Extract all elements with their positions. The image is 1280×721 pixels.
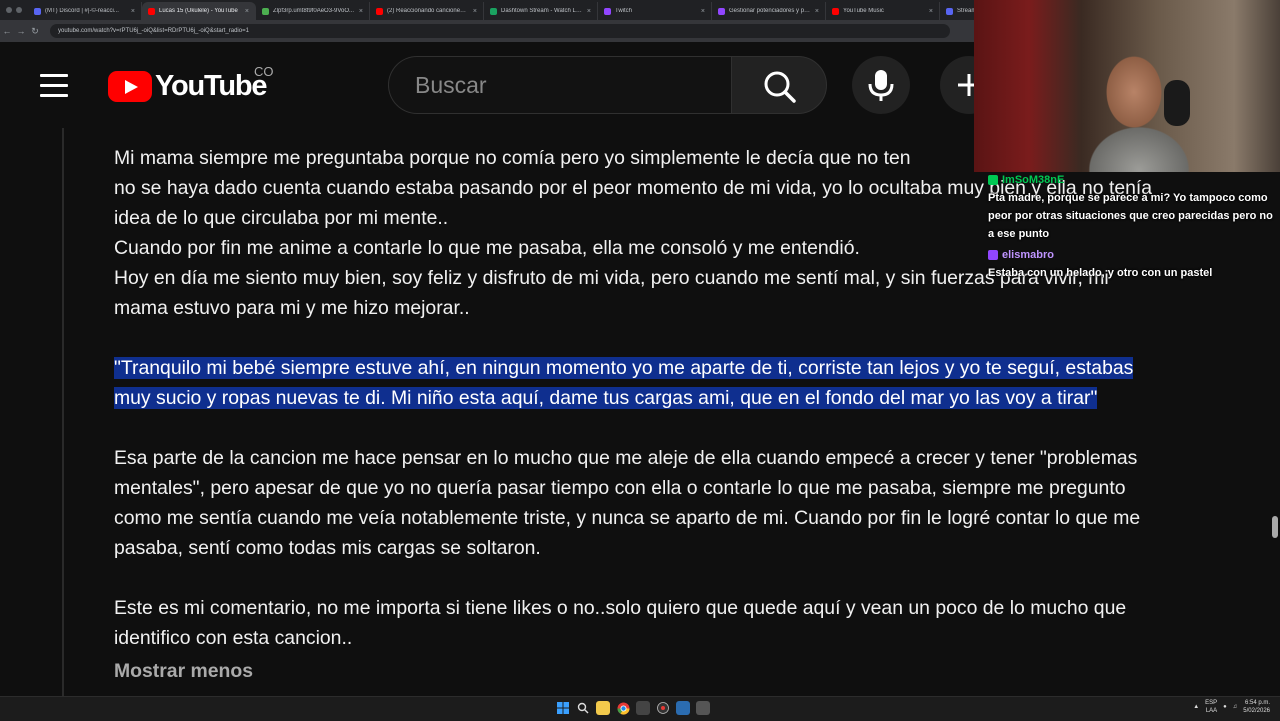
tab-favicon-icon [376, 7, 383, 15]
comment-line: pasaba, sentí como todas mis cargas se s… [114, 537, 541, 559]
url-field[interactable]: youtube.com/watch?v=rPTU6j_-oiQ&list=RDr… [50, 24, 950, 38]
country-code: CO [254, 64, 274, 79]
webcam-overlay [974, 0, 1280, 172]
clock-date: 5/02/2026 [1243, 708, 1270, 714]
comment-line: mentales", pero apesar de que yo no quer… [114, 477, 1126, 499]
search-input[interactable] [413, 70, 717, 100]
youtube-play-icon [108, 71, 152, 102]
search-taskbar-icon[interactable] [576, 701, 590, 715]
tab-close-icon[interactable]: × [815, 8, 819, 15]
comment-line: mama estuvo para mi y me hizo mejorar.. [114, 297, 470, 319]
file-explorer-icon[interactable] [596, 701, 610, 715]
browser-tab[interactable]: Twitch × [598, 2, 712, 20]
tab-close-icon[interactable]: × [587, 8, 591, 15]
tab-title: (MT) Discord | #|-©-reacci... [45, 8, 119, 14]
taskbar-apps [556, 701, 710, 715]
selected-text: muy sucio y ropas nuevas te di. Mi niño … [114, 387, 1098, 409]
url-text: youtube.com/watch?v=rPTU6j_-oiQ&list=RDr… [58, 28, 249, 34]
streamer-microphone [1164, 80, 1190, 126]
reload-icon[interactable]: ↻ [28, 26, 42, 37]
browser-tab[interactable]: (2) Reaccionando canciones q... × [370, 2, 484, 20]
quote-line: muy sucio y ropas nuevas te di. Mi niño … [114, 383, 1234, 413]
browser-tab[interactable]: Lucas 15 (Ukulele) - YouTube × [142, 2, 256, 20]
tab-title: Lucas 15 (Ukulele) - YouTube [159, 8, 238, 14]
windows-taskbar: ▲ ESP LAA ● ♫ 6:54 p.m. 5/02/2026 [0, 696, 1280, 721]
search-icon [764, 71, 796, 103]
tab-title: Dashtown Stream - Watch Liv... [501, 8, 583, 14]
forward-icon[interactable]: → [14, 26, 28, 36]
wifi-icon[interactable]: ● [1223, 704, 1227, 710]
comment-line: Esa parte de la cancion me hace pensar e… [114, 447, 1138, 469]
quote-line: "Tranquilo mi bebé siempre estuve ahí, e… [114, 353, 1234, 383]
chat-message: elismabro Estaba con un helado, y otro c… [988, 249, 1278, 282]
youtube-logo[interactable]: YouTube [108, 70, 268, 103]
chat-message: ImSoM38nE Pta madre, porque se parece a … [988, 174, 1278, 243]
tab-close-icon[interactable]: × [245, 8, 249, 15]
tab-close-icon[interactable]: × [473, 8, 477, 15]
comment-line: Este es mi comentario, no me importa si … [114, 597, 1127, 619]
tab-title: Twitch [615, 8, 633, 14]
tab-favicon-icon [946, 7, 953, 15]
language-code: ESP [1205, 700, 1218, 706]
clock-time: 6:54 p.m. [1244, 700, 1270, 706]
chat-badge-icon [988, 175, 998, 185]
app-icon[interactable] [696, 701, 710, 715]
browser-tab[interactable]: (MT) Discord | #|-©-reacci... × [28, 2, 142, 20]
comment-line: como me sentía cuando me veía notablemen… [114, 507, 1141, 529]
tab-favicon-icon [490, 7, 497, 15]
app-icon[interactable] [636, 701, 650, 715]
browser-tab[interactable]: Gestionar potenciadores y pu... × [712, 2, 826, 20]
chat-username: elismabro [1002, 249, 1054, 261]
tab-title: Gestionar potenciadores y pu... [729, 8, 811, 14]
tab-close-icon[interactable]: × [701, 8, 705, 15]
tab-title: (2) Reaccionando canciones q... [387, 8, 469, 14]
tab-close-icon[interactable]: × [929, 8, 933, 15]
clock[interactable]: 6:54 p.m. 5/02/2026 [1243, 699, 1270, 715]
tab-favicon-icon [262, 7, 269, 15]
comment-line: identifico con esta cancion.. [114, 627, 353, 649]
system-tray: ▲ ESP LAA ● ♫ 6:54 p.m. 5/02/2026 [1193, 699, 1270, 715]
chat-badge-icon [988, 250, 998, 260]
voice-search-button[interactable] [852, 56, 910, 114]
browser-tab[interactable]: YouTube Music × [826, 2, 940, 20]
menu-icon[interactable] [40, 74, 68, 97]
tab-favicon-icon [34, 7, 41, 15]
tab-title: Zlpf3rp.umt8t9f0AeO3-9VoO... [273, 8, 355, 14]
tab-favicon-icon [604, 7, 611, 15]
volume-icon[interactable]: ♫ [1233, 704, 1238, 710]
search-box [388, 56, 732, 114]
tab-favicon-icon [832, 7, 839, 15]
chat-overlay: ImSoM38nE Pta madre, porque se parece a … [988, 174, 1278, 282]
tab-close-icon[interactable]: × [359, 8, 363, 15]
chat-user: ImSoM38nE [988, 174, 1278, 186]
windows-start-icon[interactable] [556, 701, 570, 715]
chrome-icon[interactable] [616, 701, 630, 715]
back-icon[interactable]: ← [0, 26, 14, 36]
window-controls[interactable] [0, 7, 28, 13]
scrollbar-thumb[interactable] [1272, 516, 1278, 538]
chat-username: ImSoM38nE [1002, 174, 1065, 186]
show-less-button[interactable]: Mostrar menos [114, 660, 253, 683]
tab-close-icon[interactable]: × [131, 8, 135, 15]
search-button[interactable] [731, 56, 827, 114]
tab-title: YouTube Music [843, 8, 884, 14]
chat-user: elismabro [988, 249, 1278, 261]
selected-text: "Tranquilo mi bebé siempre estuve ahí, e… [114, 357, 1134, 379]
browser-tab[interactable]: Dashtown Stream - Watch Liv... × [484, 2, 598, 20]
microphone-icon [868, 70, 894, 101]
youtube-logo-text: YouTube [155, 70, 268, 102]
obs-icon[interactable] [656, 701, 670, 715]
language-indicator[interactable]: ESP LAA [1205, 699, 1217, 715]
thread-line [62, 128, 64, 696]
tab-favicon-icon [718, 7, 725, 15]
chat-text: Pta madre, porque se parece a mi? Yo tam… [988, 192, 1273, 240]
tray-arrow-icon[interactable]: ▲ [1193, 704, 1199, 710]
tab-favicon-icon [148, 7, 155, 15]
language-layout: LAA [1205, 708, 1218, 714]
chat-text: Estaba con un helado, y otro con un past… [988, 267, 1213, 279]
app-icon[interactable] [676, 701, 690, 715]
browser-tab[interactable]: Zlpf3rp.umt8t9f0AeO3-9VoO... × [256, 2, 370, 20]
